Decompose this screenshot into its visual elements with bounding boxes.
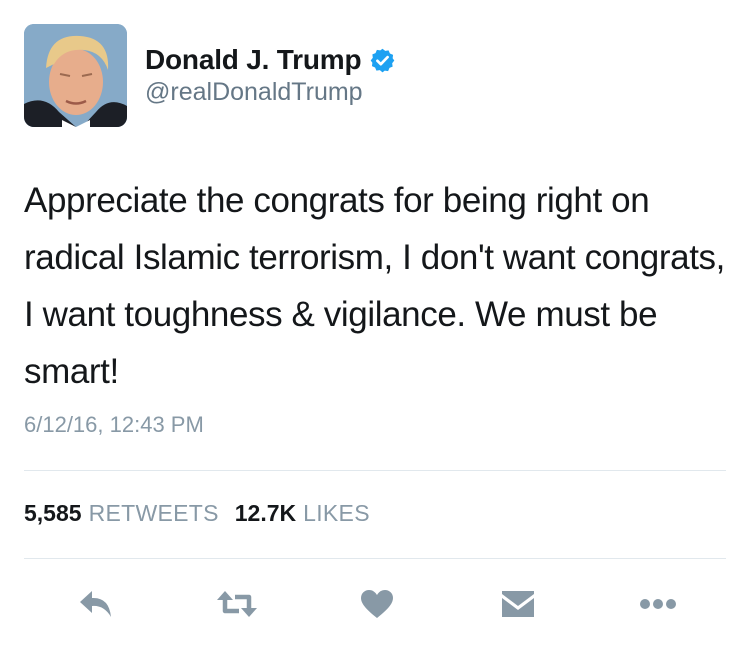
retweet-button[interactable] (213, 582, 261, 626)
tweet-stats: 5,585 RETWEETS 12.7K LIKES (24, 500, 386, 527)
tweet-timestamp: 6/12/16, 12:43 PM (24, 412, 204, 437)
divider (24, 470, 726, 471)
more-button[interactable] (634, 582, 682, 626)
reply-button[interactable] (72, 582, 120, 626)
retweet-icon (216, 591, 257, 617)
direct-message-icon (501, 591, 534, 617)
likes-count[interactable]: 12.7K (235, 500, 296, 527)
like-icon (361, 590, 393, 618)
action-bar (72, 582, 682, 626)
author-handle[interactable]: @realDonaldTrump (145, 78, 363, 107)
author-name[interactable]: Donald J. Trump (145, 44, 362, 76)
avatar[interactable] (24, 24, 127, 127)
like-button[interactable] (353, 582, 401, 626)
verified-badge-icon (369, 47, 396, 74)
retweets-label[interactable]: RETWEETS (89, 500, 219, 527)
more-icon (640, 599, 676, 609)
reply-icon (80, 591, 111, 617)
profile-photo (24, 24, 127, 127)
tweet-text: Appreciate the congrats for being right … (24, 181, 725, 391)
author-name-row: Donald J. Trump (145, 44, 396, 76)
divider (24, 558, 726, 559)
direct-message-button[interactable] (494, 582, 542, 626)
likes-label[interactable]: LIKES (303, 500, 370, 527)
retweets-count[interactable]: 5,585 (24, 500, 82, 527)
